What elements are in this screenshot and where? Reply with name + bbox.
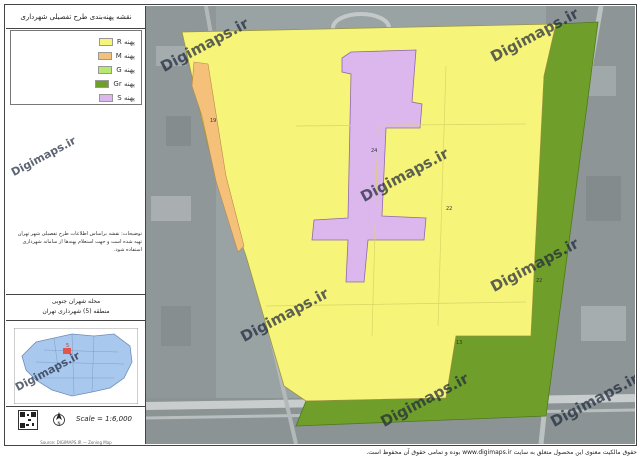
- map-title: نقشه پهنه‌بندی طرح تفصیلی شهرداری: [6, 6, 146, 29]
- legend-item-gr: پهنه Gr: [95, 79, 135, 89]
- swatch-g: [98, 66, 113, 74]
- divider: [6, 294, 146, 295]
- sidebar-footnote: Source: DIGIMAPS.IR — Zoning Map: [40, 440, 112, 445]
- legend-label-g: پهنه G: [116, 66, 135, 74]
- legend-item-s: پهنه S: [99, 93, 135, 103]
- legend-label-gr: پهنه Gr: [113, 80, 135, 88]
- legend-item-g: پهنه G: [98, 65, 135, 75]
- swatch-r: [98, 38, 113, 46]
- zoning-map: [146, 6, 635, 444]
- map-canvas[interactable]: 24 22 22 19 13 Digimaps.ir Digimaps.ir D…: [146, 6, 635, 444]
- legend-item-r: پهنه R: [98, 37, 135, 47]
- divider: [6, 320, 146, 321]
- svg-text:N: N: [58, 421, 61, 426]
- legend-label-s: پهنه S: [117, 94, 135, 102]
- legend-label-r: پهنه R: [116, 38, 135, 46]
- legend-item-m: پهنه M: [97, 51, 135, 61]
- locator-map: 5: [14, 328, 138, 404]
- parcel-label: 13: [456, 340, 463, 346]
- divider: [6, 406, 146, 407]
- swatch-gr: [95, 80, 110, 88]
- copyright-footer: حقوق مالکیت معنوی این محصول متعلق به سای…: [366, 449, 637, 456]
- parcel-label: 19: [210, 118, 217, 124]
- parcel-label: 22: [536, 278, 543, 284]
- map-notes: توضیحات: نقشه براساس اطلاعات طرح تفصیلی …: [17, 231, 142, 253]
- parcel-label: 24: [371, 148, 378, 154]
- district-name: منطقه (5) شهرداری تهران: [42, 308, 110, 315]
- legend: پهنه R پهنه M پهنه G پهنه Gr پهنه S: [10, 30, 142, 105]
- legend-label-m: پهنه M: [115, 52, 135, 60]
- scale-text: Scale = 1:6,000: [76, 415, 132, 423]
- swatch-m: [97, 52, 112, 60]
- neighborhood-name: محله شهران جنوبی: [51, 298, 101, 305]
- parcel-label: 22: [446, 206, 453, 212]
- north-arrow-icon: N: [53, 412, 65, 426]
- qr-code-icon: [18, 410, 38, 430]
- swatch-s: [99, 94, 114, 102]
- svg-text:5: 5: [66, 343, 69, 349]
